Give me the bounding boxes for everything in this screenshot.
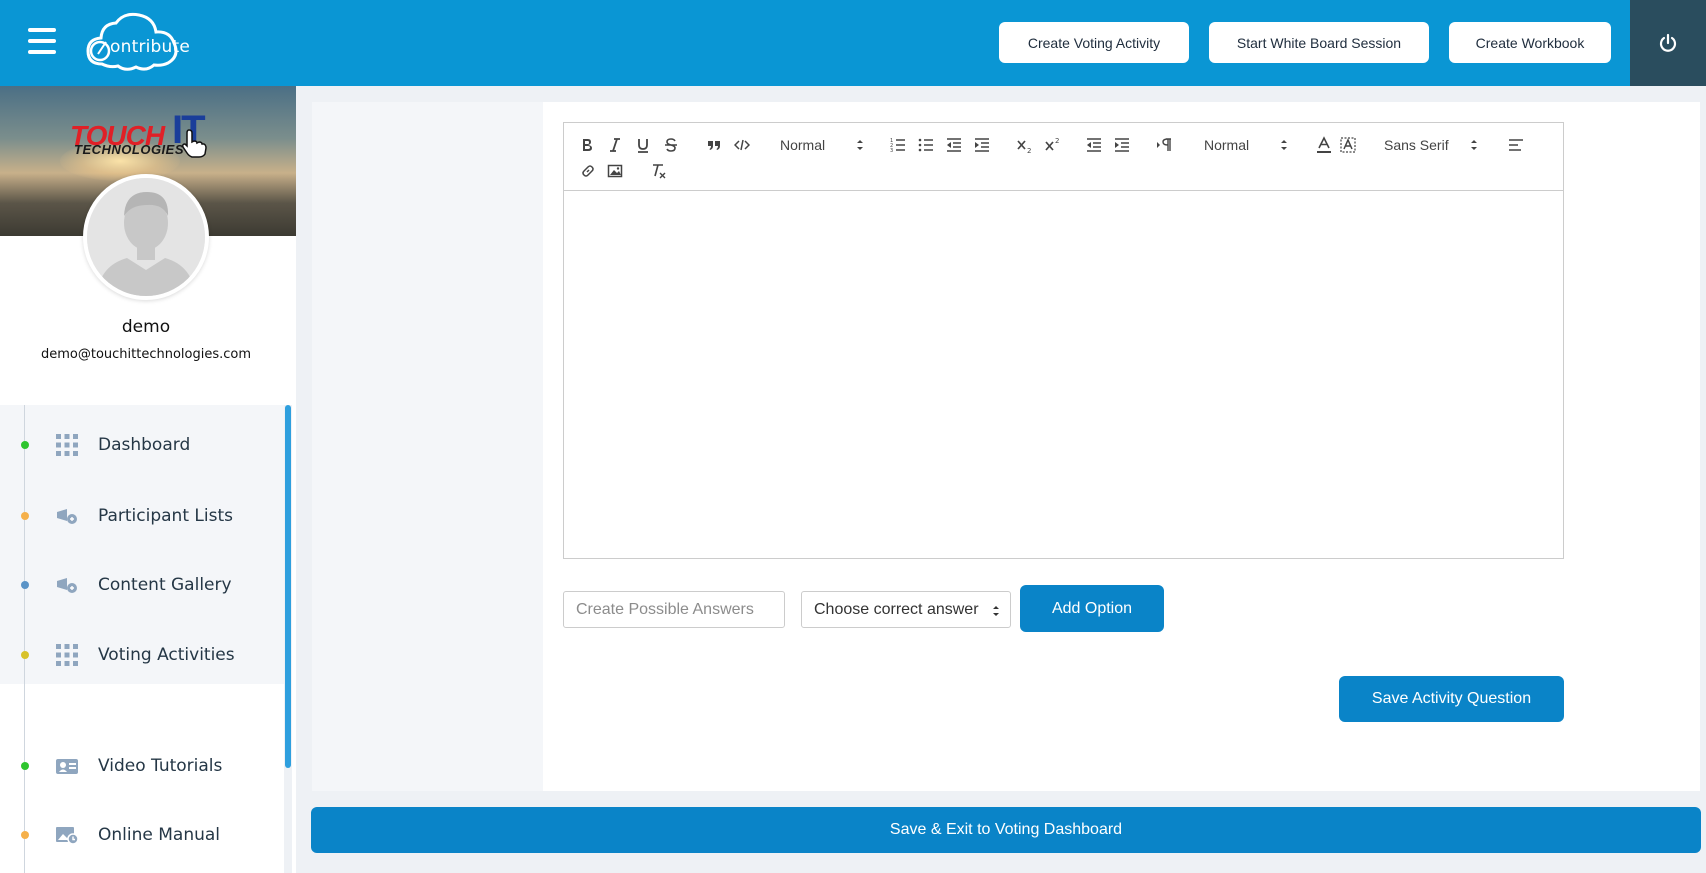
main-left-gutter xyxy=(312,102,543,791)
strikethrough-icon[interactable] xyxy=(664,134,678,156)
size-select[interactable]: Normal xyxy=(1204,134,1288,156)
blockquote-icon[interactable] xyxy=(706,134,722,156)
megaphone-icon xyxy=(57,509,77,524)
logout-button[interactable] xyxy=(1630,0,1706,86)
header-format-select[interactable]: Normal xyxy=(780,134,864,156)
outdent-icon[interactable] xyxy=(946,134,962,156)
status-dot xyxy=(21,651,29,659)
indent-increase-icon[interactable] xyxy=(1114,134,1130,156)
sidebar-item-video-tutorials[interactable]: Video Tutorials xyxy=(0,741,284,791)
avatar[interactable] xyxy=(83,174,209,300)
video-card-icon xyxy=(56,759,78,774)
sidebar-item-label: Participant Lists xyxy=(98,506,233,526)
underline-icon[interactable] xyxy=(636,134,650,156)
sidebar-scrollbar-thumb[interactable] xyxy=(285,405,291,768)
status-dot xyxy=(21,831,29,839)
select-arrows-icon xyxy=(857,140,863,150)
select-arrows-icon xyxy=(1471,140,1477,150)
rich-text-editor: Normal 123 2 2 Normal Sans Serif xyxy=(563,122,1564,559)
header-format-value: Normal xyxy=(780,137,826,153)
status-dot xyxy=(21,581,29,589)
hand-pointer-icon xyxy=(182,129,207,158)
user-name: demo xyxy=(121,317,171,337)
power-icon xyxy=(1659,33,1677,52)
svg-text:2: 2 xyxy=(1027,147,1031,154)
save-activity-question-button[interactable]: Save Activity Question xyxy=(1339,676,1564,722)
sidebar-item-label: Voting Activities xyxy=(98,645,235,665)
correct-answer-select[interactable]: Choose correct answer xyxy=(801,591,1011,628)
default-user-icon xyxy=(87,178,205,296)
bullet-list-icon[interactable] xyxy=(918,134,934,156)
editor-toolbar: Normal 123 2 2 Normal Sans Serif xyxy=(564,123,1563,191)
sidebar-item-dashboard[interactable]: Dashboard xyxy=(0,420,284,470)
bold-icon[interactable] xyxy=(580,134,594,156)
grid-icon xyxy=(56,644,78,666)
superscript-icon[interactable]: 2 xyxy=(1044,134,1062,156)
logo-text: ontribute xyxy=(110,37,191,57)
user-email: demo@touchittechnologies.com xyxy=(40,347,252,362)
clear-format-icon[interactable] xyxy=(650,160,668,182)
text-direction-icon[interactable] xyxy=(1156,134,1172,156)
sidebar-item-label: Content Gallery xyxy=(98,575,232,595)
indent-icon[interactable] xyxy=(974,134,990,156)
select-arrows-icon xyxy=(1281,140,1287,150)
link-icon[interactable] xyxy=(580,160,596,182)
sidebar-item-label: Video Tutorials xyxy=(98,756,223,776)
svg-text:2: 2 xyxy=(1055,137,1059,145)
create-voting-activity-button[interactable]: Create Voting Activity xyxy=(999,22,1189,63)
italic-icon[interactable] xyxy=(608,134,622,156)
possible-answers-input[interactable] xyxy=(563,591,785,628)
font-family-select[interactable]: Sans Serif xyxy=(1384,134,1478,156)
sidebar-item-voting-activities[interactable]: Voting Activities xyxy=(0,630,284,680)
sidebar-item-content-gallery[interactable]: Content Gallery xyxy=(0,560,284,610)
contribute-logo[interactable]: ontribute xyxy=(84,10,190,74)
correct-answer-select-value: Choose correct answer xyxy=(814,600,979,618)
status-dot xyxy=(21,441,29,449)
indent-decrease-icon[interactable] xyxy=(1086,134,1102,156)
hamburger-menu-icon[interactable] xyxy=(28,28,56,54)
size-select-value: Normal xyxy=(1204,137,1250,153)
sidebar-item-label: Online Manual xyxy=(98,825,221,845)
svg-text:3: 3 xyxy=(890,148,893,153)
image-card-icon xyxy=(56,827,79,845)
megaphone-icon xyxy=(57,578,77,593)
ordered-list-icon[interactable]: 123 xyxy=(890,134,906,156)
status-dot xyxy=(21,512,29,520)
sidebar: TOUCH IT TECHNOLOGIES demo demo@touchitt… xyxy=(0,86,296,873)
sidebar-item-online-manual[interactable]: Online Manual xyxy=(0,810,284,860)
align-icon[interactable] xyxy=(1508,134,1524,156)
subscript-icon[interactable]: 2 xyxy=(1016,134,1034,156)
font-family-value: Sans Serif xyxy=(1384,137,1449,153)
top-navigation-bar: ontribute Create Voting Activity Start W… xyxy=(0,0,1706,86)
text-color-icon[interactable] xyxy=(1316,134,1332,156)
background-color-icon[interactable] xyxy=(1340,134,1356,156)
sidebar-item-label: Dashboard xyxy=(98,435,191,455)
brand-tech-text: TECHNOLOGIES xyxy=(74,142,185,157)
sidebar-item-participant-lists[interactable]: Participant Lists xyxy=(0,491,284,541)
grid-icon xyxy=(56,434,78,456)
code-block-icon[interactable] xyxy=(734,134,750,156)
sidebar-menu: Dashboard Participant Lists Content Gall… xyxy=(0,405,296,873)
create-workbook-button[interactable]: Create Workbook xyxy=(1449,22,1611,63)
image-icon[interactable] xyxy=(607,160,623,182)
save-and-exit-button[interactable]: Save & Exit to Voting Dashboard xyxy=(311,807,1701,853)
select-arrows-icon xyxy=(993,606,999,616)
start-white-board-session-button[interactable]: Start White Board Session xyxy=(1209,22,1429,63)
editor-content-area[interactable] xyxy=(564,192,1563,558)
add-option-button[interactable]: Add Option xyxy=(1020,585,1164,632)
status-dot xyxy=(21,762,29,770)
